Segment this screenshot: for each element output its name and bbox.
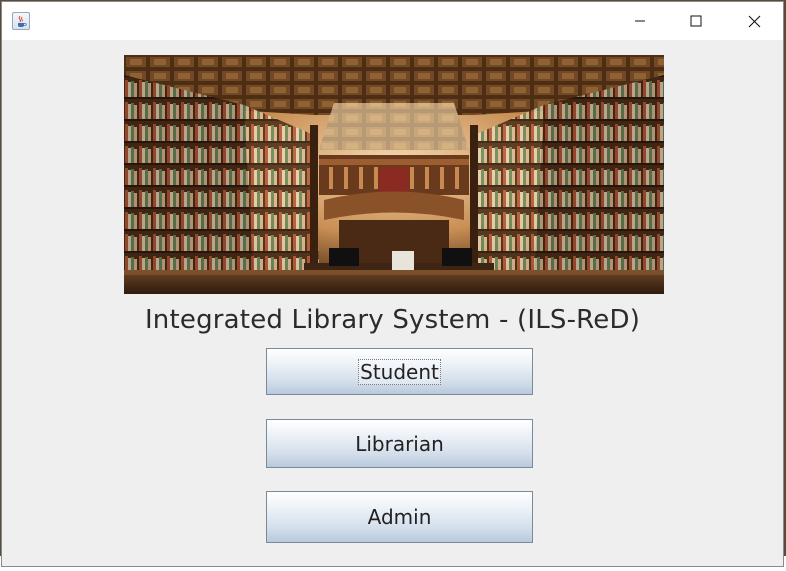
title-bar — [2, 2, 783, 40]
student-button-label: Student — [358, 358, 441, 385]
admin-button[interactable]: Admin — [266, 491, 533, 543]
minimize-icon — [635, 20, 645, 22]
librarian-button[interactable]: Librarian — [266, 419, 533, 468]
library-hero-image — [124, 55, 664, 294]
admin-button-label: Admin — [367, 505, 432, 529]
maximize-icon — [690, 15, 702, 27]
java-app-icon[interactable] — [12, 12, 30, 30]
maximize-button[interactable] — [667, 2, 725, 40]
minimize-button[interactable] — [611, 2, 669, 40]
page-title: Integrated Library System - (ILS-ReD) — [144, 305, 641, 335]
student-button[interactable]: Student — [266, 348, 533, 395]
close-icon — [748, 15, 760, 27]
app-window: Integrated Library System - (ILS-ReD) St… — [1, 1, 784, 567]
close-button[interactable] — [725, 2, 783, 40]
librarian-button-label: Librarian — [355, 431, 444, 456]
